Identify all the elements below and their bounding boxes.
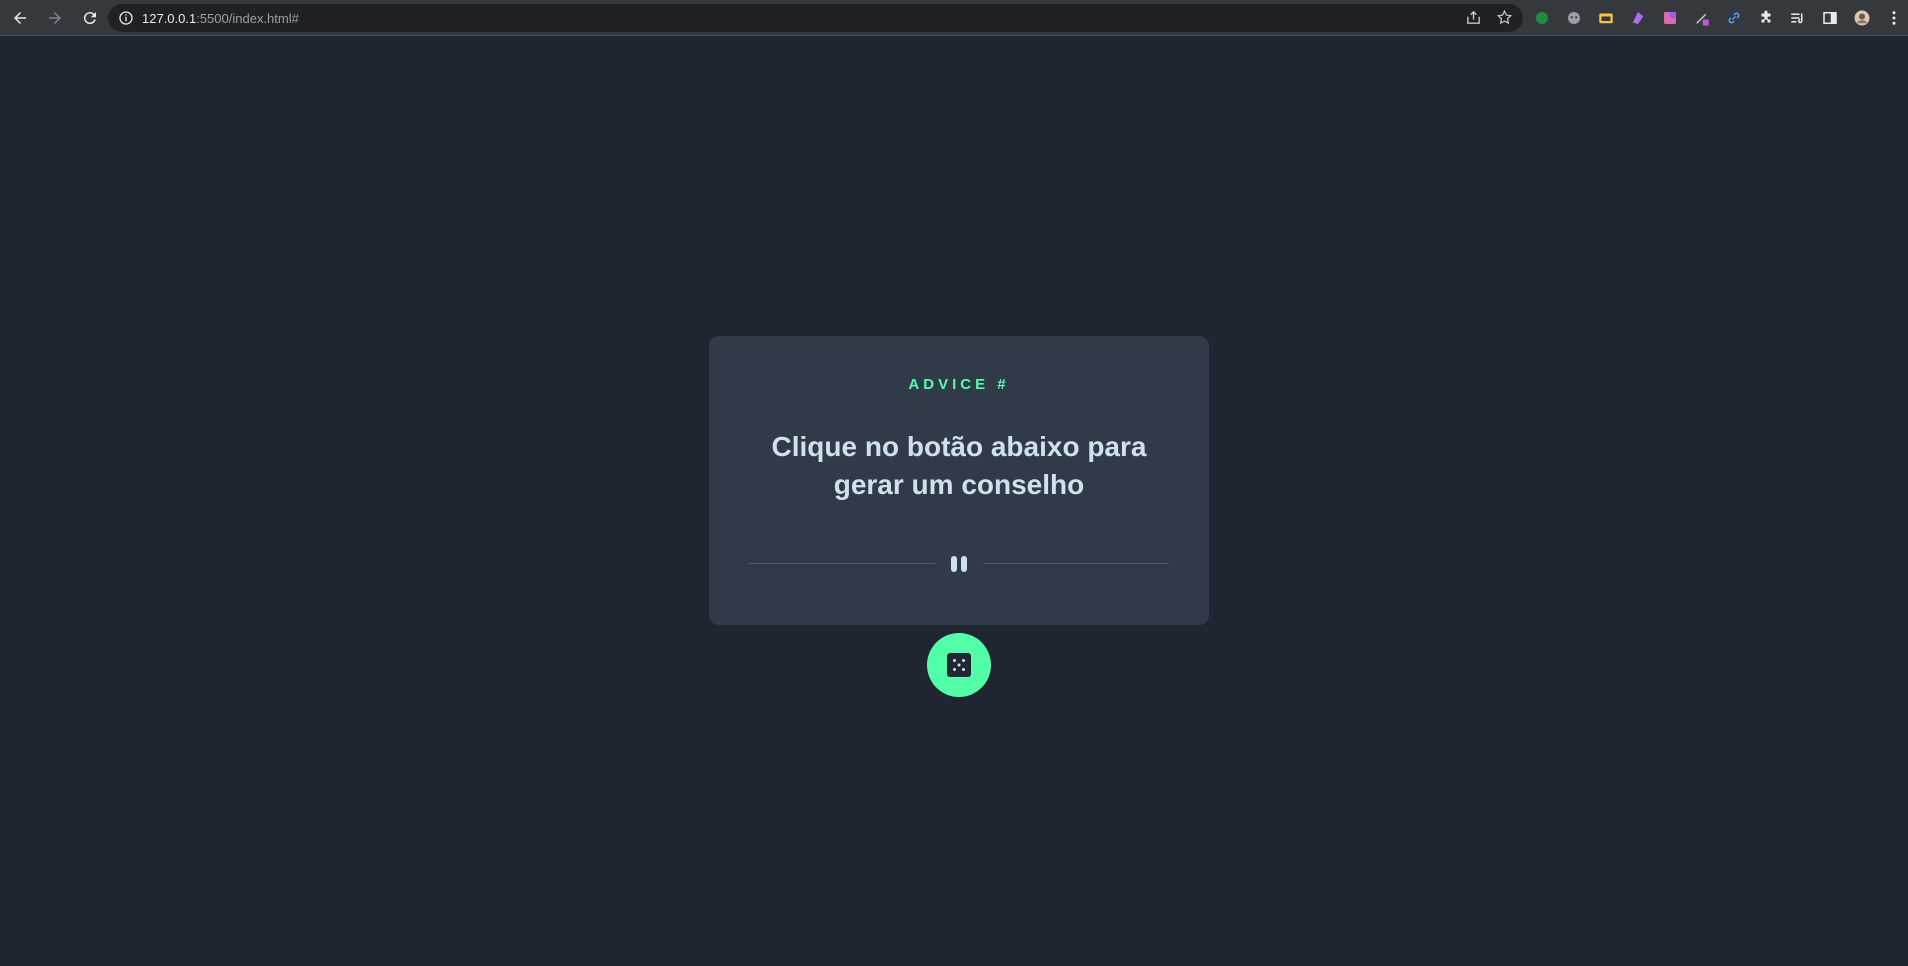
- star-icon[interactable]: [1496, 9, 1513, 26]
- divider-line-left: [749, 563, 935, 564]
- info-icon[interactable]: [118, 10, 134, 26]
- arrow-left-icon: [14, 11, 26, 24]
- reload-button[interactable]: [75, 3, 105, 33]
- ghost-extension-icon[interactable]: [1564, 8, 1584, 28]
- color-picker-extension-icon[interactable]: [1692, 8, 1712, 28]
- advice-card: ADVICE # Clique no botão abaixo para ger…: [709, 336, 1209, 625]
- side-panel-icon[interactable]: [1820, 8, 1840, 28]
- folder-extension-icon[interactable]: [1596, 8, 1616, 28]
- back-button[interactable]: [5, 3, 35, 33]
- green-leaf-extension-icon[interactable]: [1532, 8, 1552, 28]
- url-text[interactable]: 127.0.0.1:5500/index.html#: [142, 11, 299, 26]
- advice-label: ADVICE #: [908, 376, 1010, 393]
- address-bar[interactable]: 127.0.0.1:5500/index.html#: [108, 4, 1523, 32]
- puzzle-extensions-icon[interactable]: [1756, 8, 1776, 28]
- advice-text: Clique no botão abaixo para gerar um con…: [771, 431, 1147, 500]
- dice-icon: [947, 653, 971, 677]
- extensions-bar: [1532, 6, 1904, 30]
- url-path: :5500/index.html#: [196, 10, 299, 26]
- url-host: 127.0.0.1: [142, 10, 197, 26]
- share-icon[interactable]: [1465, 9, 1482, 26]
- profile-avatar[interactable]: [1852, 8, 1872, 28]
- pause-icon: [951, 556, 967, 572]
- link-extension-icon[interactable]: [1724, 8, 1744, 28]
- arrow-right-icon: [49, 11, 61, 24]
- kebab-menu-icon[interactable]: [1884, 8, 1904, 28]
- purple-extension-icon[interactable]: [1628, 8, 1648, 28]
- divider-line-right: [983, 563, 1169, 564]
- reload-icon: [83, 11, 96, 24]
- pink-gradient-extension-icon[interactable]: [1660, 8, 1680, 28]
- browser-toolbar: 127.0.0.1:5500/index.html#: [0, 0, 1908, 36]
- generate-advice-button[interactable]: [927, 633, 991, 697]
- forward-button[interactable]: [40, 3, 70, 33]
- reading-list-icon[interactable]: [1788, 8, 1808, 28]
- divider: [749, 554, 1169, 574]
